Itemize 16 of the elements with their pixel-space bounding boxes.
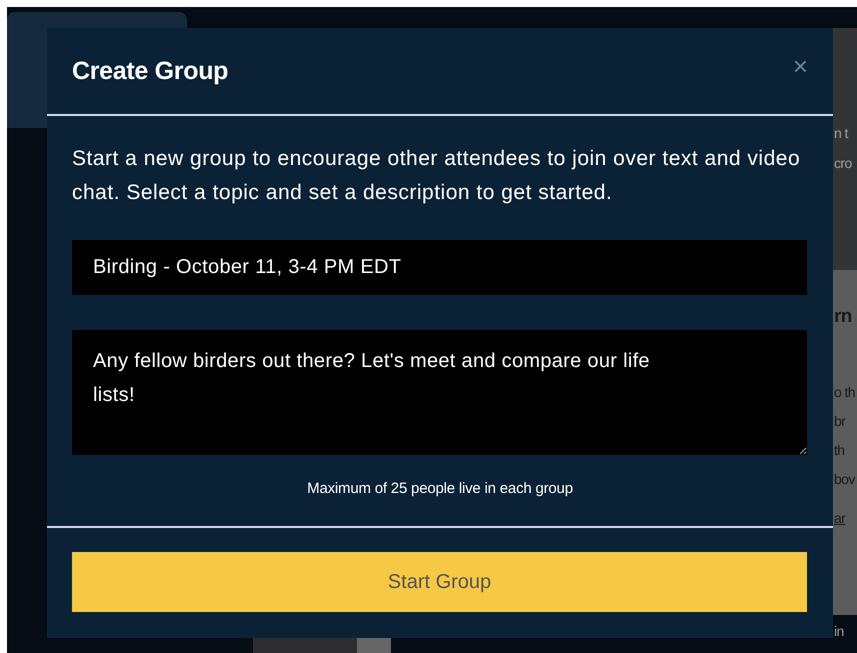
topic-field[interactable]: Birding - October 11, 3-4 PM EDT [72,240,807,295]
background-text: in [833,622,845,641]
background-text: bov [833,470,856,489]
background-text: br [833,412,846,431]
background-text: th [833,441,846,460]
background-heading: rn [833,305,853,329]
background-text: cro [833,154,853,173]
background-link[interactable]: ar [833,504,857,533]
start-group-button[interactable]: Start Group [72,552,807,612]
dialog-description: Start a new group to encourage other attendees to join over text and video chat. Select a topic and set a description to get started. [72,146,802,206]
description-field[interactable]: Any fellow birders out there? Let's meet and compare our life lists! [72,330,807,455]
dialog-title: Create Group [72,56,228,86]
group-limit-note: Maximum of 25 people live in each group [306,480,574,499]
close-button[interactable]: × [792,53,808,79]
background-text: o th [833,383,856,402]
background-text: n t [833,124,850,143]
